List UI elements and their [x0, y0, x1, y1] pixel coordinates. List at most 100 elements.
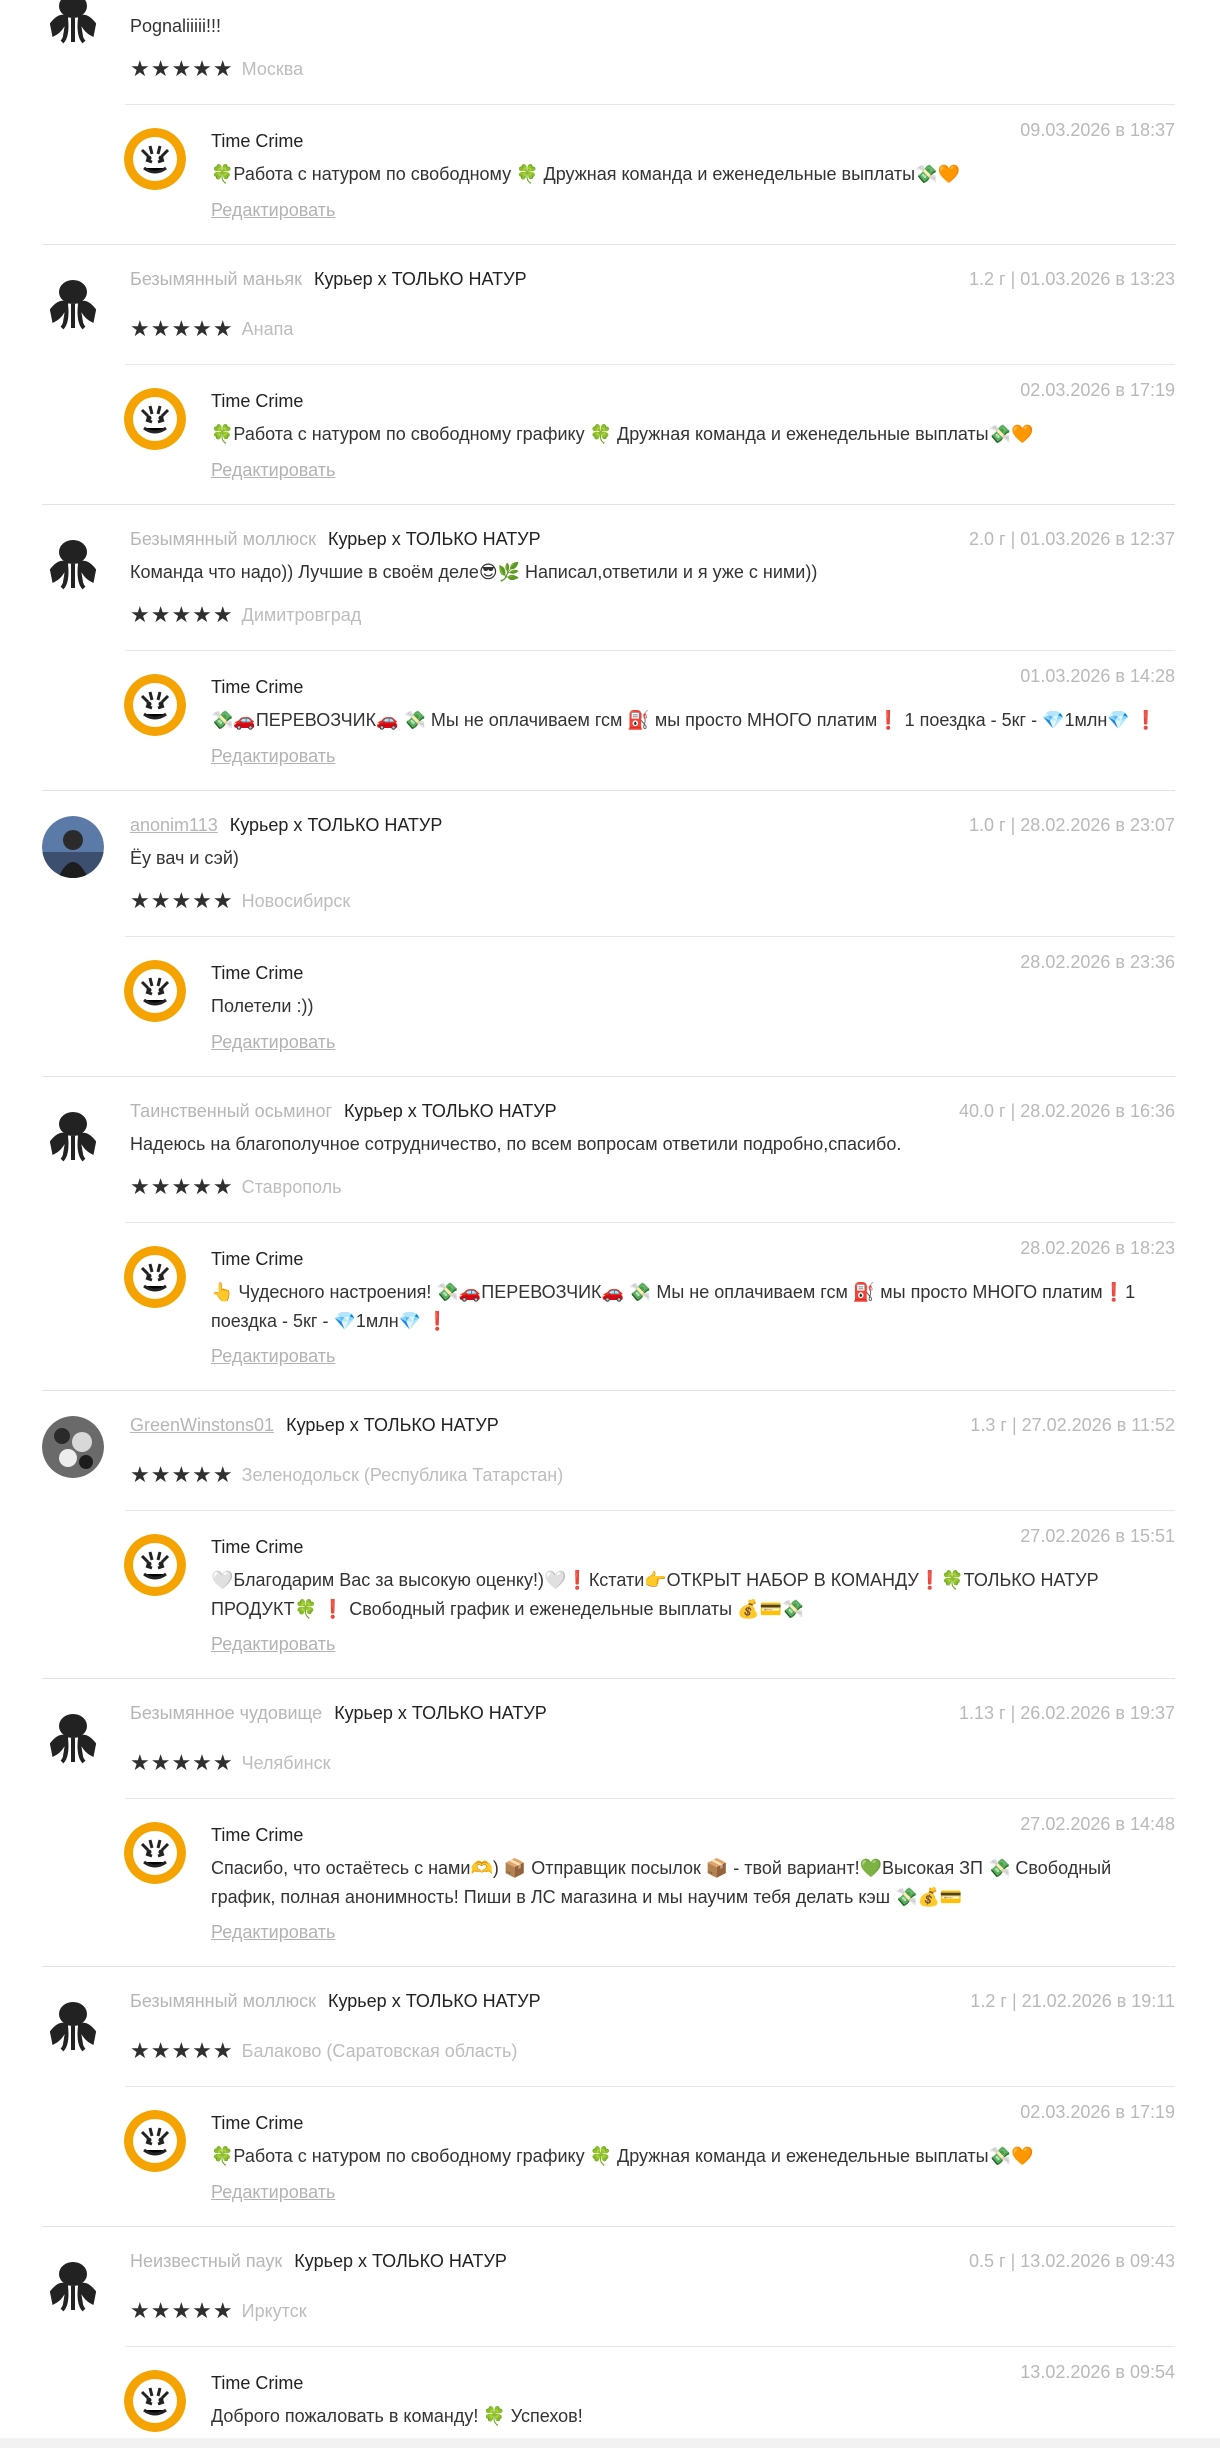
reply-text: 🍀Работа с натуром по свободному 🍀 Дружна…: [211, 164, 960, 184]
edit-reply-link[interactable]: Редактировать: [211, 1634, 335, 1655]
edit-reply-link[interactable]: Редактировать: [211, 2182, 335, 2203]
review-product[interactable]: Курьер х ТОЛЬКО НАТУР: [230, 815, 443, 835]
review-rating: ★★★★★ Иркутск: [130, 2298, 307, 2324]
review-city: Иркутск: [241, 2301, 307, 2321]
review-meta: 40.0 г | 28.02.2026 в 16:36: [959, 1101, 1175, 1121]
review-separator: [42, 1390, 1175, 1391]
review-product[interactable]: Курьер х ТОЛЬКО НАТУР: [294, 2251, 507, 2271]
reply-text: Полетели :)): [211, 996, 314, 1016]
star-rating-icon: ★★★★★: [130, 1462, 234, 1487]
tiger-logo-icon: [124, 2110, 186, 2172]
review-author[interactable]: Безымянный моллюск: [130, 529, 316, 549]
octopus-avatar-icon: [42, 1992, 104, 2054]
edit-reply-link[interactable]: Редактировать: [211, 746, 335, 767]
review-rating: ★★★★★ Новосибирск: [130, 888, 350, 914]
tiger-logo-icon: [124, 960, 186, 1022]
star-rating-icon: ★★★★★: [130, 1750, 234, 1775]
review-separator: [42, 1678, 1175, 1679]
review-author[interactable]: Неизвестный паук: [130, 2251, 282, 2271]
tiger-logo-icon: [124, 388, 186, 450]
edit-reply-link[interactable]: Редактировать: [211, 460, 335, 481]
review-separator: [42, 504, 1175, 505]
reply-date: 27.02.2026 в 14:48: [1020, 1814, 1175, 1834]
star-rating-icon: ★★★★★: [130, 2298, 234, 2323]
shop-name: Time Crime: [211, 1249, 304, 1269]
reviews-list: Pognaliiiii!!! ★★★★★ Москва Time Crime 09…: [0, 0, 1220, 2448]
review-product[interactable]: Курьер х ТОЛЬКО НАТУР: [344, 1101, 557, 1121]
divider: [125, 2086, 1175, 2087]
review-city: Зеленодольск (Республика Татарстан): [241, 1465, 564, 1485]
review-rating: ★★★★★ Зеленодольск (Республика Татарстан): [130, 1462, 563, 1488]
star-rating-icon: ★★★★★: [130, 888, 234, 913]
review-author[interactable]: Безымянный маньяк: [130, 269, 302, 289]
edit-reply-link[interactable]: Редактировать: [211, 1922, 335, 1943]
review-meta: 1.3 г | 27.02.2026 в 11:52: [970, 1415, 1175, 1435]
edit-reply-link[interactable]: Редактировать: [211, 1032, 335, 1053]
review-rating: ★★★★★ Балаково (Саратовская область): [130, 2038, 517, 2064]
divider: [125, 650, 1175, 651]
review-author[interactable]: Таинственный осьминог: [130, 1101, 332, 1121]
divider: [125, 364, 1175, 365]
reply-date: 28.02.2026 в 18:23: [1020, 1238, 1175, 1258]
edit-reply-link[interactable]: Редактировать: [211, 1346, 335, 1367]
review-city: Москва: [241, 59, 304, 79]
review-author[interactable]: anonim113: [130, 815, 218, 835]
star-rating-icon: ★★★★★: [130, 2038, 234, 2063]
photo-avatar-icon: [42, 816, 104, 878]
divider: [125, 1510, 1175, 1511]
reply-date: 27.02.2026 в 15:51: [1020, 1526, 1175, 1546]
divider: [125, 936, 1175, 937]
review-city: Балаково (Саратовская область): [241, 2041, 518, 2061]
review-separator: [42, 1966, 1175, 1967]
review-product[interactable]: Курьер х ТОЛЬКО НАТУР: [286, 1415, 499, 1435]
reply-date: 09.03.2026 в 18:37: [1020, 120, 1175, 140]
reply-text: 🍀Работа с натуром по свободному графику …: [211, 2146, 1034, 2166]
review-text: Ёу вач и сэй): [130, 848, 239, 868]
review-header: Безымянный маньяк Курьер х ТОЛЬКО НАТУР 1…: [130, 266, 1175, 292]
reply-date: 01.03.2026 в 14:28: [1020, 666, 1175, 686]
shop-name: Time Crime: [211, 391, 304, 411]
shop-name: Time Crime: [211, 2373, 304, 2393]
shop-name: Time Crime: [211, 1537, 304, 1557]
review-author[interactable]: Безымянное чудовище: [130, 1703, 322, 1723]
reply-text: Спасибо, что остаётесь с нами🫶) 📦 Отправ…: [211, 1858, 1112, 1907]
review-text: Pognaliiiii!!!: [130, 16, 222, 36]
review-product[interactable]: Курьер х ТОЛЬКО НАТУР: [314, 269, 527, 289]
octopus-avatar-icon: [42, 530, 104, 592]
review-header: Безымянный моллюск Курьер х ТОЛЬКО НАТУР …: [130, 526, 1175, 552]
tiger-logo-icon: [124, 674, 186, 736]
edit-reply-link[interactable]: Редактировать: [211, 200, 335, 221]
review-rating: ★★★★★ Анапа: [130, 316, 293, 342]
review-product[interactable]: Курьер х ТОЛЬКО НАТУР: [334, 1703, 547, 1723]
tiger-logo-icon: [124, 2370, 186, 2432]
review-author[interactable]: Безымянный моллюск: [130, 1991, 316, 2011]
octopus-avatar-icon: [42, 1102, 104, 1164]
review-author[interactable]: GreenWinstons01: [130, 1415, 274, 1435]
review-product[interactable]: Курьер х ТОЛЬКО НАТУР: [328, 1991, 541, 2011]
review-text: Надеюсь на благополучное сотрудничество,…: [130, 1134, 902, 1154]
octopus-avatar-icon: [42, 270, 104, 332]
reply-text: Доброго пожаловать в команду! 🍀 Успехов!: [211, 2406, 583, 2426]
reply-date: 13.02.2026 в 09:54: [1020, 2362, 1175, 2382]
review-city: Димитровград: [241, 605, 362, 625]
review-rating: ★★★★★ Димитровград: [130, 602, 361, 628]
divider: [125, 2346, 1175, 2347]
review-meta: 1.2 г | 01.03.2026 в 13:23: [969, 269, 1175, 289]
reply-date: 02.03.2026 в 17:19: [1020, 380, 1175, 400]
shop-name: Time Crime: [211, 1825, 304, 1845]
review-header: Неизвестный паук Курьер х ТОЛЬКО НАТУР 0.…: [130, 2248, 1175, 2274]
reply-text: 👆 Чудесного настроения! 💸🚗ПЕРЕВОЗЧИК🚗 💸 …: [211, 1282, 1136, 1331]
review-meta: 1.0 г | 28.02.2026 в 23:07: [969, 815, 1175, 835]
photo-avatar-icon: [42, 1416, 104, 1478]
review-rating: ★★★★★ Ставрополь: [130, 1174, 342, 1200]
review-product[interactable]: Курьер х ТОЛЬКО НАТУР: [328, 529, 541, 549]
octopus-avatar-icon: [42, 2252, 104, 2314]
star-rating-icon: ★★★★★: [130, 602, 234, 627]
tiger-logo-icon: [124, 1534, 186, 1596]
star-rating-icon: ★★★★★: [130, 56, 234, 81]
reply-date: 28.02.2026 в 23:36: [1020, 952, 1175, 972]
reply-text: 🍀Работа с натуром по свободному графику …: [211, 424, 1034, 444]
review-city: Ставрополь: [241, 1177, 342, 1197]
review-rating: ★★★★★ Москва: [130, 56, 303, 82]
reply-text: 🤍Благодарим Вас за высокую оценку!)🤍❗Кст…: [211, 1570, 1099, 1619]
